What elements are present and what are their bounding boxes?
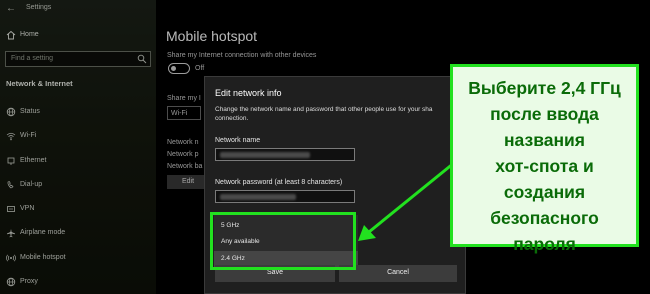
callout-text: Выберите 2,4 ГГц после ввода названия хо… bbox=[468, 78, 621, 254]
callout-box: Выберите 2,4 ГГц после ввода названия хо… bbox=[450, 64, 639, 254]
settings-window: ← Settings Home Find a setting Network &… bbox=[0, 0, 650, 294]
